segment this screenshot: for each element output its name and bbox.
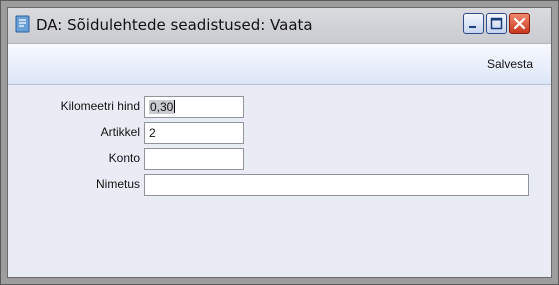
toolbar: Salvesta [8,44,551,85]
save-button[interactable]: Salvesta [487,57,533,71]
article-field[interactable]: 2 [144,122,244,144]
row-kilometer-price: Kilomeetri hind 0,30 [8,96,551,118]
maximize-button[interactable] [486,13,507,34]
title-bar[interactable]: DA: Sõidulehtede seadistused: Vaata [8,8,551,44]
name-field[interactable] [144,174,529,196]
row-name: Nimetus [8,174,551,196]
close-button[interactable] [509,13,530,34]
article-label: Artikkel [100,125,140,139]
row-account: Konto [8,148,551,170]
row-article: Artikkel 2 [8,122,551,144]
text-caret [174,100,176,113]
maximize-icon [490,17,503,30]
kilometer-price-field[interactable]: 0,30 [144,96,244,118]
form-area: Kilomeetri hind 0,30 Artikkel 2 Konto Ni… [8,85,551,277]
app-doc-icon [14,15,32,33]
kilometer-price-label: Kilomeetri hind [60,99,140,113]
name-label: Nimetus [95,177,140,191]
window-frame: DA: Sõidulehtede seadistused: Vaata Salv… [0,0,559,285]
window-body: DA: Sõidulehtede seadistused: Vaata Salv… [7,7,552,278]
account-field[interactable] [144,148,244,170]
kilometer-price-value: 0,30 [149,100,175,114]
account-label: Konto [108,151,140,165]
minimize-button[interactable] [463,13,484,34]
minimize-icon [469,26,476,28]
window-title: DA: Sõidulehtede seadistused: Vaata [36,16,313,34]
close-icon [513,17,526,30]
